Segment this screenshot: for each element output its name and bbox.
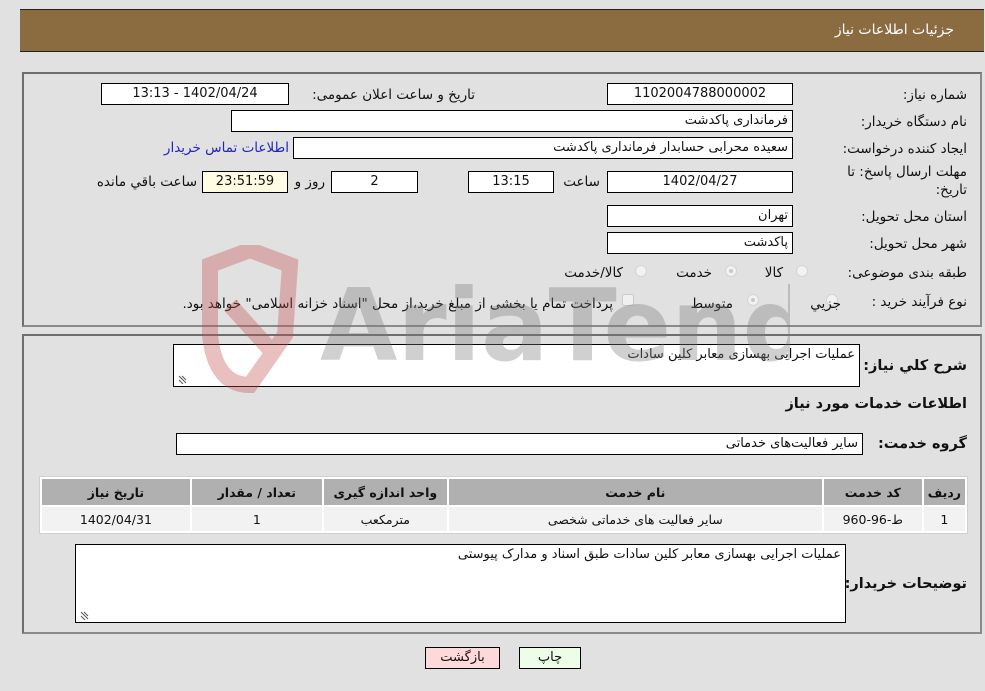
creator-field: سعیده محرابی حسابدار فرمانداری پاکدشت: [293, 137, 793, 159]
cell-service-code: ط-96-960: [823, 507, 922, 531]
buyer-notes-text: عملیات اجرایی بهسازی معابر کلین سادات طب…: [457, 547, 841, 562]
buyer-notes-textarea[interactable]: عملیات اجرایی بهسازی معابر کلین سادات طب…: [75, 544, 846, 623]
cell-need-date: 1402/04/31: [42, 507, 190, 531]
back-button[interactable]: بازگشت: [425, 647, 500, 669]
service-group-field: سایر فعالیت‌های خدماتی: [176, 433, 863, 455]
cell-service-name: سایر فعالیت های خدماتی شخصی: [448, 507, 822, 531]
resize-grip-icon[interactable]: [79, 610, 89, 620]
purchase-option-medium: متوسط: [690, 296, 733, 312]
announce-datetime-field: 1402/04/24 - 13:13: [101, 83, 289, 105]
treasury-checkbox[interactable]: [622, 294, 634, 306]
category-option-service: خدمت: [676, 265, 712, 281]
purchase-option-minor: جزیي: [810, 296, 841, 312]
category-radio-goods-service[interactable]: [635, 265, 647, 277]
cell-row-number: 1: [923, 507, 965, 531]
buyer-notes-label: توضیحات خریدار:: [844, 576, 967, 592]
purchase-radio-medium[interactable]: [747, 294, 759, 306]
table-row: 1 ط-96-960 سایر فعالیت های خدماتی شخصی م…: [42, 507, 965, 531]
deadline-time-label: ساعت: [563, 174, 600, 190]
resize-grip-icon[interactable]: [177, 374, 187, 384]
deadline-time-field: 13:15: [468, 171, 554, 193]
buyer-org-field: فرمانداری پاکدشت: [231, 110, 793, 132]
service-group-label: گروه خدمت:: [877, 436, 967, 452]
purchase-type-label: نوع فرآیند خرید :: [871, 294, 967, 310]
treasury-note: پرداخت تمام یا بخشی از مبلغ خرید،از محل …: [182, 296, 613, 312]
cell-unit: مترمکعب: [323, 507, 447, 531]
col-row-number: ردیف: [923, 479, 965, 505]
col-quantity: تعداد / مقدار: [191, 479, 322, 505]
days-label: روز و: [294, 174, 325, 190]
page-title: جزئیات اطلاعات نیاز: [834, 22, 954, 38]
city-label: شهر محل تحویل:: [869, 236, 967, 252]
col-service-name: نام خدمت: [448, 479, 822, 505]
summary-text: عملیات اجرایی بهسازی معابر کلین سادات: [627, 347, 855, 362]
city-field: پاکدشت: [607, 232, 793, 254]
deadline-label: مهلت ارسال پاسخ: تا تاریخ:: [847, 164, 967, 198]
services-table: ردیف کد خدمت نام خدمت واحد اندازه گیری ت…: [39, 476, 968, 534]
summary-label: شرح كلي نياز:: [863, 358, 967, 374]
services-table-wrap: ردیف کد خدمت نام خدمت واحد اندازه گیری ت…: [39, 476, 968, 534]
remaining-label: ساعت باقي مانده: [96, 174, 197, 190]
announce-label: تاریخ و ساعت اعلان عمومی:: [312, 87, 475, 103]
page-header: جزئیات اطلاعات نیاز: [20, 9, 984, 52]
col-need-date: تاریخ نیاز: [42, 479, 190, 505]
cell-quantity: 1: [191, 507, 322, 531]
print-button[interactable]: چاپ: [519, 647, 581, 669]
category-label: طبقه بندی موضوعی:: [847, 265, 967, 281]
days-remaining-field: 2: [331, 171, 418, 193]
buyer-org-label: نام دستگاه خریدار:: [860, 114, 967, 130]
category-option-goods-service: کالا/خدمت: [564, 265, 623, 281]
col-service-code: کد خدمت: [823, 479, 922, 505]
col-unit: واحد اندازه گیری: [323, 479, 447, 505]
services-table-header: ردیف کد خدمت نام خدمت واحد اندازه گیری ت…: [42, 479, 965, 505]
services-heading: اطلاعات خدمات مورد نیاز: [785, 396, 967, 412]
remaining-time-field: 23:51:59: [202, 171, 288, 193]
need-number-label: شماره نیاز:: [902, 87, 967, 103]
summary-textarea[interactable]: عملیات اجرایی بهسازی معابر کلین سادات: [173, 344, 860, 387]
buyer-contact-link[interactable]: اطلاعات تماس خریدار: [164, 140, 289, 156]
need-number-field: 1102004788000002: [607, 83, 793, 105]
deadline-date-field: 1402/04/27: [607, 171, 793, 193]
category-option-goods: کالا: [764, 265, 783, 281]
province-field: تهران: [607, 205, 793, 227]
province-label: استان محل تحویل:: [861, 209, 967, 225]
creator-label: ایجاد کننده درخواست:: [842, 141, 967, 157]
category-radio-goods[interactable]: [796, 265, 808, 277]
category-radio-service[interactable]: [725, 265, 737, 277]
